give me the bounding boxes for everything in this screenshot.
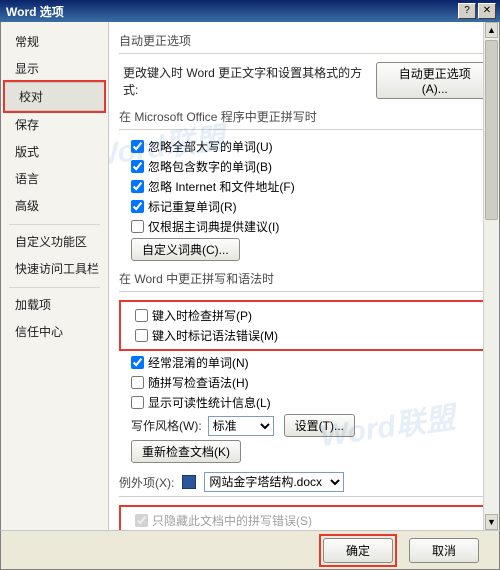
check-grammar-as-type[interactable] [135,329,148,342]
group-autocorrect-header: 自动更正选项 [119,26,493,54]
sidebar: 常规 显示 校对 保存 版式 语言 高级 自定义功能区 快速访问工具栏 加载项 … [1,22,109,530]
check-spell-as-type[interactable] [135,309,148,322]
scroll-up-button[interactable]: ▲ [485,22,498,38]
check-confused-words[interactable] [131,356,144,369]
highlight-box-exceptions: 只隐藏此文档中的拼写错误(S) 只隐藏此文档中的语法错误(D) [119,505,493,530]
nav-save[interactable]: 保存 [1,111,108,138]
window-controls: ? ✕ [458,3,496,19]
check-ignore-urls[interactable] [131,180,144,193]
cancel-button[interactable]: 取消 [409,538,479,563]
content-panel: Word联盟 Word联盟 自动更正选项 更改键入时 Word 更正文字和设置其… [109,22,499,530]
dialog-footer: 确定 取消 [0,530,500,570]
nav-proofing[interactable]: 校对 [5,82,104,111]
label-confused-words: 经常混淆的单词(N) [148,354,249,371]
autocorrect-options-button[interactable]: 自动更正选项(A)... [376,62,493,99]
label-flag-repeated: 标记重复单词(R) [148,198,237,215]
nav-layout[interactable]: 版式 [1,138,108,165]
group-word-header: 在 Word 中更正拼写和语法时 [119,264,493,292]
nav-customize-ribbon[interactable]: 自定义功能区 [1,228,108,255]
scroll-thumb[interactable] [485,40,498,220]
nav-display[interactable]: 显示 [1,55,108,82]
check-flag-repeated[interactable] [131,200,144,213]
check-readability[interactable] [131,396,144,409]
recheck-document-button[interactable]: 重新检查文档(K) [131,440,241,463]
label-main-dict-only: 仅根据主词典提供建议(I) [148,218,279,235]
custom-dictionaries-button[interactable]: 自定义词典(C)... [131,238,240,261]
settings-button[interactable]: 设置(T)... [284,414,355,437]
nav-addins[interactable]: 加载项 [1,291,108,318]
label-ignore-urls: 忽略 Internet 和文件地址(F) [148,178,295,195]
nav-trust-center[interactable]: 信任中心 [1,318,108,345]
help-button[interactable]: ? [458,3,476,19]
close-button[interactable]: ✕ [478,3,496,19]
check-ignore-numbers[interactable] [131,160,144,173]
nav-advanced[interactable]: 高级 [1,192,108,219]
highlight-box-ok: 确定 [319,534,397,567]
label-readability: 显示可读性统计信息(L) [148,394,271,411]
nav-quick-access[interactable]: 快速访问工具栏 [1,255,108,282]
scrollbar[interactable]: ▲ ▼ [483,22,499,530]
check-ignore-uppercase[interactable] [131,140,144,153]
label-ignore-uppercase: 忽略全部大写的单词(U) [148,138,273,155]
check-hide-spelling-errors [135,514,148,527]
titlebar: Word 选项 ? ✕ [0,0,500,22]
nav-general[interactable]: 常规 [1,28,108,55]
label-grammar-with-spell: 随拼写检查语法(H) [148,374,249,391]
check-grammar-with-spell[interactable] [131,376,144,389]
check-main-dict-only[interactable] [131,220,144,233]
nav-highlight: 校对 [3,80,106,113]
writing-style-label: 写作风格(W): [131,417,202,434]
scroll-down-button[interactable]: ▼ [485,514,498,530]
group-office-header: 在 Microsoft Office 程序中更正拼写时 [119,102,493,130]
sidebar-separator-2 [9,287,100,288]
label-hide-spelling-errors: 只隐藏此文档中的拼写错误(S) [152,512,312,529]
exceptions-label: 例外项(X): [119,474,174,491]
word-doc-icon [182,475,196,489]
group-exceptions-header: 例外项(X): 网站金字塔结构.docx [119,466,493,497]
nav-language[interactable]: 语言 [1,165,108,192]
autocorrect-text: 更改键入时 Word 更正文字和设置其格式的方式: [123,64,368,98]
label-grammar-as-type: 键入时标记语法错误(M) [152,327,278,344]
sidebar-separator [9,224,100,225]
label-spell-as-type: 键入时检查拼写(P) [152,307,252,324]
writing-style-select[interactable]: 标准 [208,416,274,436]
highlight-box-spellcheck: 键入时检查拼写(P) 键入时标记语法错误(M) [119,300,493,351]
ok-button[interactable]: 确定 [323,538,393,563]
exceptions-document-select[interactable]: 网站金字塔结构.docx [204,472,344,492]
window-title: Word 选项 [4,3,64,20]
label-ignore-numbers: 忽略包含数字的单词(B) [148,158,272,175]
